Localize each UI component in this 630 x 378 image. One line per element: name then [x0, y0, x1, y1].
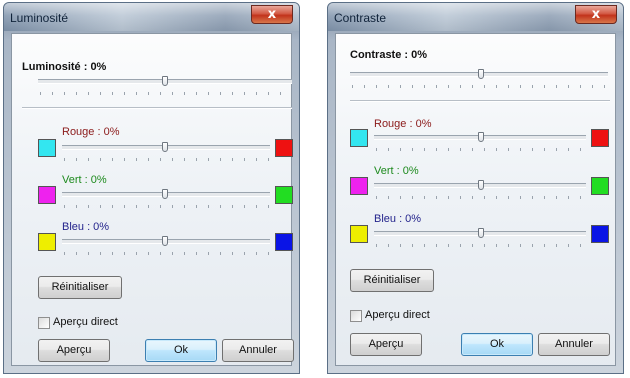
- slider-thumb[interactable]: [478, 69, 484, 79]
- cyan-swatch: [38, 139, 56, 157]
- title-bar[interactable]: Contraste x: [328, 3, 623, 31]
- slider-thumb[interactable]: [478, 132, 484, 142]
- red-swatch: [591, 129, 609, 147]
- divider: [350, 100, 610, 102]
- yellow-swatch: [350, 225, 368, 243]
- dialog-title: Contraste: [334, 11, 387, 25]
- magenta-swatch: [38, 186, 56, 204]
- contraste-label: Contraste : 0%: [350, 49, 428, 61]
- vert-label: Vert : 0%: [374, 165, 419, 177]
- slider-thumb[interactable]: [478, 180, 484, 190]
- live-preview-label[interactable]: Aperçu direct: [365, 309, 430, 321]
- live-preview-label[interactable]: Aperçu direct: [53, 316, 118, 328]
- slider-thumb[interactable]: [162, 236, 168, 246]
- slider-thumb[interactable]: [162, 142, 168, 152]
- cancel-button[interactable]: Annuler: [222, 339, 294, 362]
- cyan-swatch: [350, 129, 368, 147]
- slider-ticks: [64, 252, 270, 255]
- slider-ticks: [40, 92, 292, 95]
- slider-ticks: [376, 148, 586, 151]
- contraste-dialog: Contraste x Contraste : 0% Rouge : 0% Ve…: [327, 2, 624, 374]
- ok-button[interactable]: Ok: [461, 333, 533, 356]
- magenta-swatch: [350, 177, 368, 195]
- divider: [22, 107, 292, 109]
- rouge-label: Rouge : 0%: [62, 126, 120, 138]
- reset-button[interactable]: Réinitialiser: [38, 276, 122, 299]
- slider-ticks: [352, 85, 608, 88]
- yellow-swatch: [38, 233, 56, 251]
- dialog-title: Luminosité: [10, 11, 69, 25]
- slider-thumb[interactable]: [478, 228, 484, 238]
- slider-ticks: [376, 196, 586, 199]
- cancel-button[interactable]: Annuler: [538, 333, 610, 356]
- close-button[interactable]: x: [251, 5, 293, 24]
- slider-ticks: [376, 244, 586, 247]
- vert-label: Vert : 0%: [62, 174, 107, 186]
- blue-swatch: [275, 233, 293, 251]
- slider-thumb[interactable]: [162, 189, 168, 199]
- bleu-label: Bleu : 0%: [374, 213, 422, 225]
- bleu-label: Bleu : 0%: [62, 221, 110, 233]
- slider-thumb[interactable]: [162, 76, 168, 86]
- live-preview-checkbox[interactable]: [38, 317, 50, 329]
- rouge-label: Rouge : 0%: [374, 118, 432, 130]
- close-button[interactable]: x: [575, 5, 617, 24]
- live-preview-checkbox[interactable]: [350, 310, 362, 322]
- red-swatch: [275, 139, 293, 157]
- slider-ticks: [64, 158, 270, 161]
- slider-ticks: [64, 205, 270, 208]
- preview-button[interactable]: Aperçu: [350, 333, 422, 356]
- title-bar[interactable]: Luminosité x: [4, 3, 299, 31]
- preview-button[interactable]: Aperçu: [38, 339, 110, 362]
- green-swatch: [591, 177, 609, 195]
- ok-button[interactable]: Ok: [145, 339, 217, 362]
- blue-swatch: [591, 225, 609, 243]
- green-swatch: [275, 186, 293, 204]
- luminosite-dialog: Luminosité x Luminosité : 0% Rouge : 0% …: [3, 2, 300, 374]
- reset-button[interactable]: Réinitialiser: [350, 269, 434, 292]
- luminosite-label: Luminosité : 0%: [22, 61, 107, 73]
